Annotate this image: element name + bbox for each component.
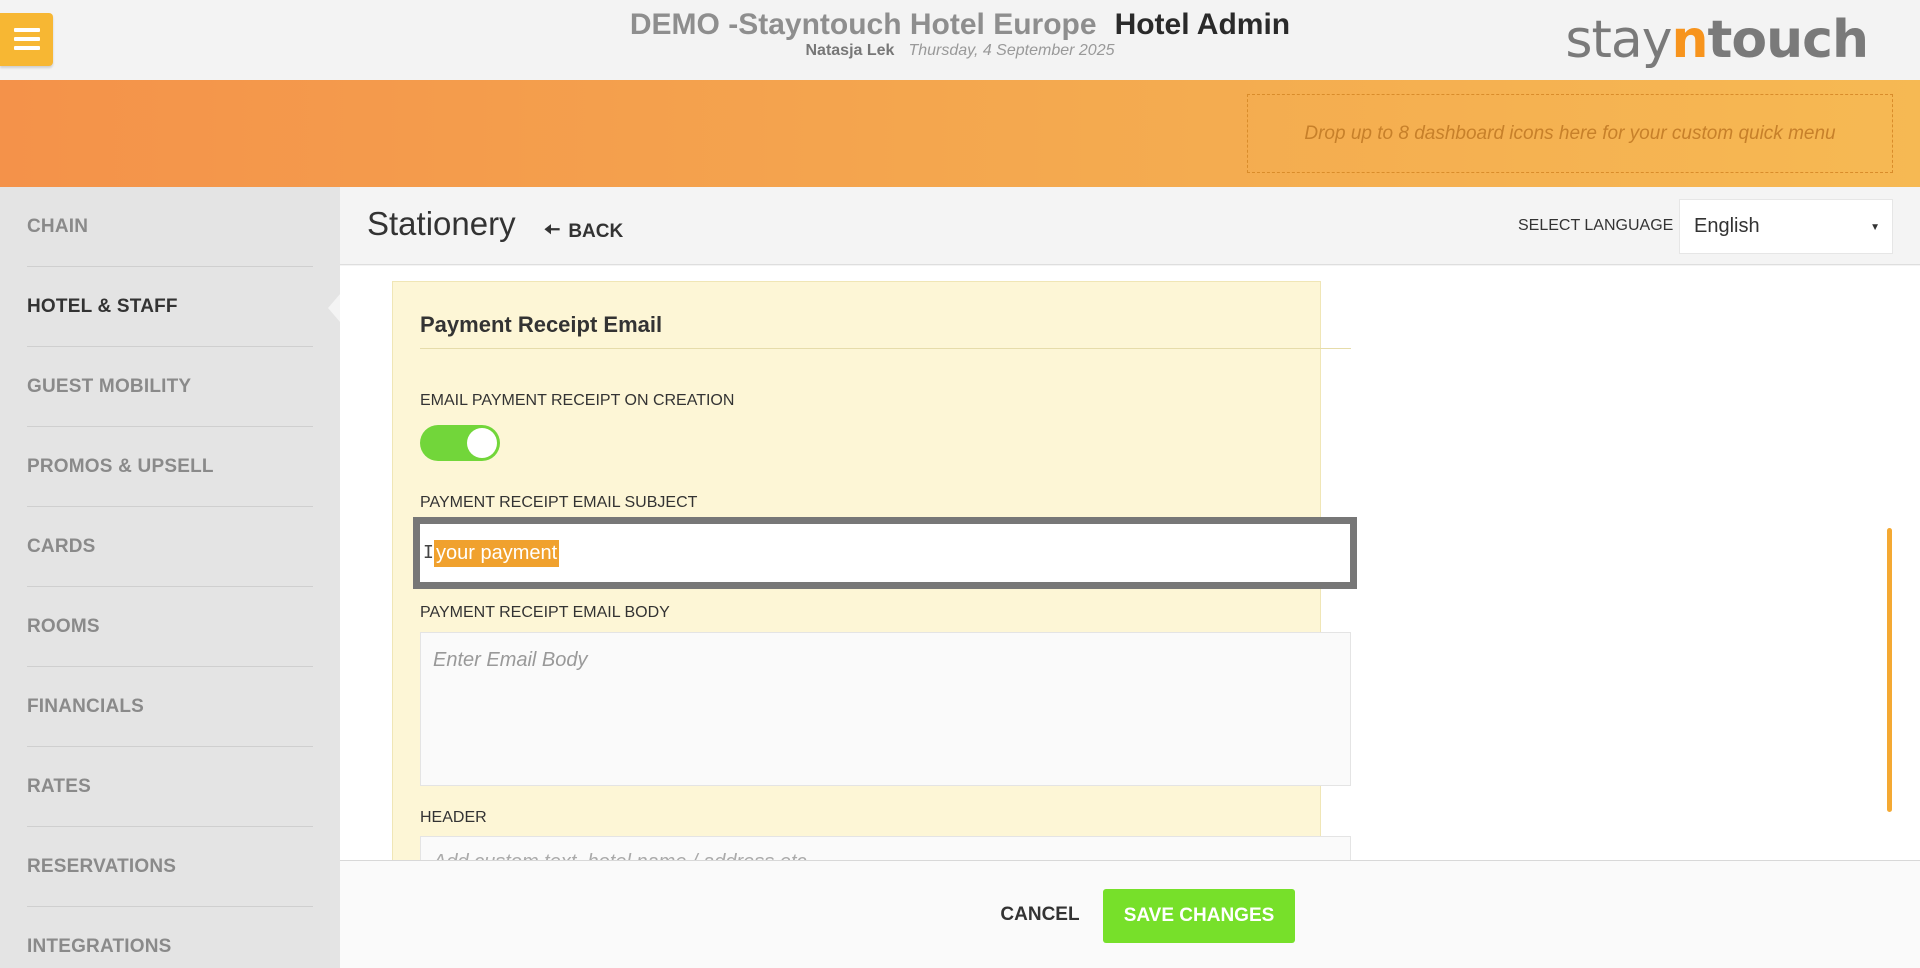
body-label: PAYMENT RECEIPT EMAIL BODY [420,604,670,621]
page-title: Stationery [367,205,516,242]
card-title: Payment Receipt Email [420,312,663,337]
sidebar: CHAIN HOTEL & STAFF GUEST MOBILITY PROMO… [0,187,340,968]
back-button[interactable]: 🠤 BACK [544,215,623,249]
language-value: English [1694,215,1760,237]
business-date: Thursday, 4 September 2025 [908,42,1115,59]
subject-input[interactable]: I your payment [413,517,1357,589]
scrollbar[interactable] [1887,528,1892,812]
toggle-label: EMAIL PAYMENT RECEIPT ON CREATION [420,392,735,409]
caret-down-icon: ▼ [1870,222,1880,233]
sidebar-item-guest-mobility[interactable]: GUEST MOBILITY [27,347,313,427]
sidebar-item-promos-upsell[interactable]: PROMOS & UPSELL [27,427,313,507]
divider [420,348,1351,349]
hotel-name: DEMO -Stayntouch Hotel Europe [629,8,1097,41]
email-receipt-toggle[interactable] [420,425,500,461]
footer-actions: CANCEL SAVE CHANGES [340,860,1920,968]
top-bar: DEMO -Stayntouch Hotel Europe Hotel Admin… [0,0,1920,80]
main-content: Stationery 🠤 BACK SELECT LANGUAGE Englis… [340,187,1920,968]
app-name: Hotel Admin [1114,8,1291,41]
header-textarea[interactable]: Add custom text, hotel name / address et… [420,836,1351,860]
back-label: BACK [568,221,624,242]
user-name: Natasja Lek [805,42,895,59]
subject-value: your payment [434,540,560,567]
quick-menu-band: Drop up to 8 dashboard icons here for yo… [0,80,1920,187]
text-cursor-icon: I [423,542,434,563]
sidebar-item-hotel-staff[interactable]: HOTEL & STAFF [27,267,313,347]
quick-menu-dropzone[interactable]: Drop up to 8 dashboard icons here for yo… [1247,94,1893,173]
toggle-knob [467,428,497,458]
sidebar-item-reservations[interactable]: RESERVATIONS [27,827,313,907]
header-label: HEADER [420,809,487,826]
sidebar-item-rates[interactable]: RATES [27,747,313,827]
sidebar-item-cards[interactable]: CARDS [27,507,313,587]
email-body-textarea[interactable]: Enter Email Body [420,632,1351,786]
save-changes-button[interactable]: SAVE CHANGES [1103,889,1295,943]
payment-receipt-email-card: Payment Receipt Email EMAIL PAYMENT RECE… [392,281,1357,860]
cancel-button[interactable]: CANCEL [975,889,1105,941]
subject-label: PAYMENT RECEIPT EMAIL SUBJECT [420,494,698,511]
arrow-left-icon: 🠤 [544,219,561,241]
language-label: SELECT LANGUAGE [1518,217,1674,234]
sidebar-item-rooms[interactable]: ROOMS [27,587,313,667]
sidebar-item-chain[interactable]: CHAIN [27,187,313,267]
stationery-content[interactable]: Payment Receipt Email EMAIL PAYMENT RECE… [340,266,1920,860]
sidebar-item-financials[interactable]: FINANCIALS [27,667,313,747]
stayntouch-logo: stayntouch [1565,10,1869,70]
sidebar-item-integrations[interactable]: INTEGRATIONS [27,907,313,968]
active-item-pointer [328,294,340,322]
page-header: Stationery 🠤 BACK SELECT LANGUAGE Englis… [340,187,1920,265]
language-select[interactable]: English ▼ [1679,199,1893,254]
